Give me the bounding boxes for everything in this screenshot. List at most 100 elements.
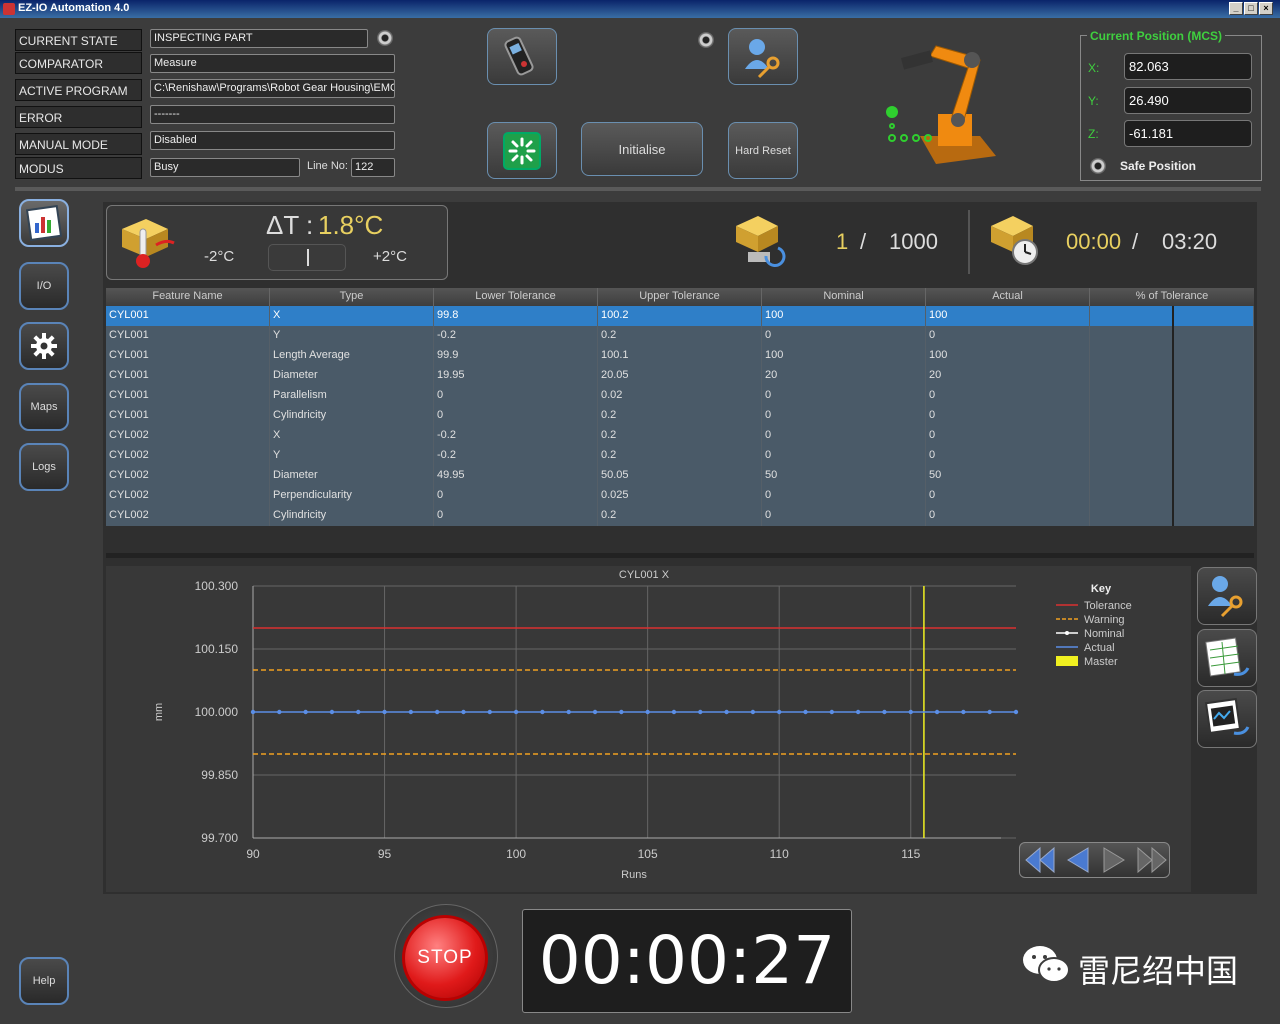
delta-t-label: ΔT : <box>266 210 314 240</box>
table-cell: 20 <box>926 366 1090 386</box>
chart-navigation <box>1019 842 1170 878</box>
export-table-button[interactable] <box>1197 629 1257 687</box>
table-cell: 0 <box>434 506 598 526</box>
help-button[interactable]: Help <box>19 957 69 1005</box>
stop-button[interactable]: STOP <box>405 918 485 998</box>
watermark-text: 雷尼绍中国 <box>1078 952 1239 990</box>
first-page-icon[interactable] <box>1022 845 1058 875</box>
table-cell: 20 <box>762 366 926 386</box>
table-row[interactable]: CYL002 X -0.2 0.2 0 0 <box>106 426 1254 446</box>
part-counter-icon <box>736 216 786 267</box>
table-cell: 0 <box>926 446 1090 466</box>
hard-reset-button[interactable]: Hard Reset <box>728 122 798 179</box>
table-cell: Parallelism <box>270 386 434 406</box>
data-point <box>277 709 282 715</box>
last-page-icon[interactable] <box>1134 845 1170 875</box>
data-point <box>698 709 703 715</box>
label-comparator: COMPARATOR <box>15 52 142 74</box>
nav-settings-button[interactable] <box>19 322 69 370</box>
table-cell: CYL002 <box>106 466 270 486</box>
safe-position-radio[interactable] <box>1090 158 1106 174</box>
x-tick-label: 105 <box>638 847 658 861</box>
table-cell: 0 <box>762 386 926 406</box>
col-percent-tolerance[interactable]: % of Tolerance <box>1090 288 1254 306</box>
safe-position-label: Safe Position <box>1120 159 1197 173</box>
table-cell: X <box>270 306 434 326</box>
table-cell: 100.2 <box>598 306 762 326</box>
col-actual[interactable]: Actual <box>926 288 1090 306</box>
data-point <box>750 709 756 715</box>
table-cell: CYL002 <box>106 486 270 506</box>
x-tick-label: 100 <box>506 847 526 861</box>
table-cell: 0 <box>434 486 598 506</box>
table-cell: Perpendicularity <box>270 486 434 506</box>
table-cell: 0 <box>762 406 926 426</box>
user-login-button[interactable] <box>728 28 798 85</box>
export-chart-button[interactable] <box>1197 690 1257 748</box>
data-point <box>540 709 545 715</box>
close-button[interactable]: × <box>1259 2 1273 15</box>
table-row[interactable]: CYL001 Length Average 99.9 100.1 100 100 <box>106 346 1254 366</box>
user-key-icon <box>1208 576 1243 618</box>
table-row[interactable]: CYL001 Parallelism 0 0.02 0 0 <box>106 386 1254 406</box>
col-lower-tolerance[interactable]: Lower Tolerance <box>434 288 598 306</box>
table-cell: CYL001 <box>106 326 270 346</box>
col-feature-name[interactable]: Feature Name <box>106 288 270 306</box>
x-position-value: 82.063 <box>1124 53 1252 80</box>
nav-logs-button[interactable]: Logs <box>19 443 69 491</box>
col-nominal[interactable]: Nominal <box>762 288 926 306</box>
wechat-logo-icon <box>1023 946 1070 983</box>
teach-pendant-button[interactable] <box>487 28 557 85</box>
table-row[interactable]: CYL001 Cylindricity 0 0.2 0 0 <box>106 406 1254 426</box>
table-splitter[interactable] <box>106 553 1254 558</box>
table-cell: 0 <box>926 326 1090 346</box>
table-cell: 99.9 <box>434 346 598 366</box>
legend-label: Nominal <box>1084 628 1124 640</box>
modus-value: Busy <box>150 158 300 177</box>
legend-marker <box>1065 631 1069 635</box>
table-row[interactable]: CYL001 X 99.8 100.2 100 100 <box>106 306 1254 326</box>
table-cell: Length Average <box>270 346 434 366</box>
pendant-indicator-radio[interactable] <box>698 32 714 48</box>
run-timer: 00:00:27 <box>522 909 852 1013</box>
table-row[interactable]: CYL002 Cylindricity 0 0.2 0 0 <box>106 506 1254 526</box>
temperature-part-icon <box>122 219 175 268</box>
table-row[interactable]: CYL002 Diameter 49.95 50.05 50 50 <box>106 466 1254 486</box>
table-cell: 0 <box>434 406 598 426</box>
table-cell: 0 <box>762 326 926 346</box>
table-row[interactable]: CYL001 Y -0.2 0.2 0 0 <box>106 326 1254 346</box>
title-bar: EZ-IO Automation 4.0 _ □ × <box>0 0 1280 18</box>
y-tick-label: 100.300 <box>195 579 239 593</box>
table-row[interactable]: CYL001 Diameter 19.95 20.05 20 20 <box>106 366 1254 386</box>
line-no-value: 122 <box>351 158 395 177</box>
maximize-button[interactable]: □ <box>1244 2 1258 15</box>
table-cell: Diameter <box>270 466 434 486</box>
table-cell: CYL002 <box>106 506 270 526</box>
data-point <box>513 709 519 715</box>
nav-dashboard-button[interactable] <box>19 199 69 247</box>
table-cell: Cylindricity <box>270 406 434 426</box>
data-point <box>671 709 677 715</box>
next-page-icon[interactable] <box>1098 845 1132 875</box>
col-type[interactable]: Type <box>270 288 434 306</box>
state-indicator-radio[interactable] <box>377 30 393 46</box>
minimize-button[interactable]: _ <box>1229 2 1243 15</box>
initialise-button[interactable]: Initialise <box>581 122 703 176</box>
nav-maps-button[interactable]: Maps <box>19 383 69 431</box>
table-cell: Y <box>270 446 434 466</box>
previous-page-icon[interactable] <box>1060 845 1094 875</box>
user-key-icon <box>745 38 780 78</box>
table-cell: 100 <box>762 346 926 366</box>
data-point <box>829 709 835 715</box>
table-cell: 100 <box>926 306 1090 326</box>
data-point <box>934 709 940 715</box>
table-row[interactable]: CYL002 Perpendicularity 0 0.025 0 0 <box>106 486 1254 506</box>
table-row[interactable]: CYL002 Y -0.2 0.2 0 0 <box>106 446 1254 466</box>
chart-user-button[interactable] <box>1197 567 1257 625</box>
start-cycle-button[interactable] <box>487 122 557 179</box>
table-cell: 0 <box>926 406 1090 426</box>
nav-io-button[interactable]: I/O <box>19 262 69 310</box>
data-point <box>803 709 808 715</box>
col-upper-tolerance[interactable]: Upper Tolerance <box>598 288 762 306</box>
current-state-value: INSPECTING PART <box>150 29 368 48</box>
